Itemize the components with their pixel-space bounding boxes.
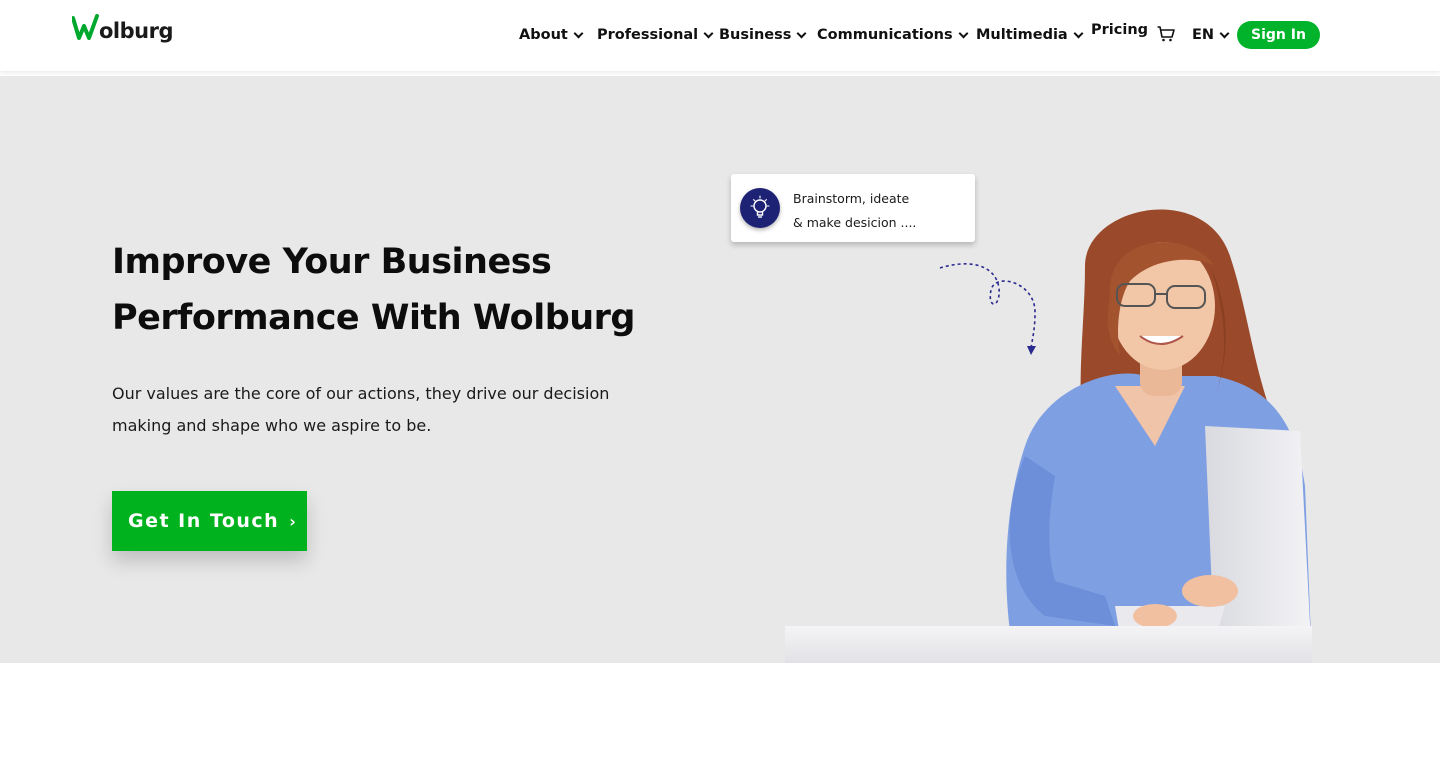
chevron-down-icon <box>1073 28 1084 38</box>
lightbulb-icon <box>740 188 780 228</box>
nav-item-pricing[interactable]: Pricing <box>1091 22 1148 38</box>
chevron-down-icon <box>1219 28 1230 38</box>
hero-description: Our values are the core of our actions, … <box>112 378 632 442</box>
woman-with-laptop-image <box>785 209 1312 663</box>
cart-icon[interactable] <box>1157 26 1175 42</box>
nav-item-about[interactable]: About <box>519 27 584 43</box>
hero-title-line: Improve Your Business <box>112 242 552 282</box>
language-label: EN <box>1192 27 1215 43</box>
hero-desc-line: Our values are the core of our actions, … <box>112 384 610 403</box>
nav-item-communications[interactable]: Communications <box>817 27 969 43</box>
language-selector[interactable]: EN <box>1192 27 1230 43</box>
chevron-right-icon: › <box>289 511 298 531</box>
nav-item-label: Business <box>719 27 792 43</box>
get-in-touch-button[interactable]: Get In Touch › <box>112 491 307 551</box>
nav-item-label: Pricing <box>1091 22 1149 38</box>
sign-in-button[interactable]: Sign In <box>1237 21 1320 49</box>
chevron-down-icon <box>958 28 969 38</box>
hero-section: Improve Your Business Performance With W… <box>0 76 1440 663</box>
hero-title-line: Performance With Wolburg <box>112 298 635 338</box>
main-nav: About Professional Business Communicatio… <box>0 22 1440 47</box>
nav-item-label: Professional <box>597 27 699 43</box>
hero-title: Improve Your Business Performance With W… <box>112 234 672 346</box>
nav-item-multimedia[interactable]: Multimedia <box>976 27 1084 43</box>
nav-item-label: Communications <box>817 27 953 43</box>
hero-desc-line: making and shape who we aspire to be. <box>112 416 432 435</box>
nav-item-business[interactable]: Business <box>719 27 807 43</box>
chevron-down-icon <box>703 28 714 38</box>
chevron-down-icon <box>796 28 807 38</box>
nav-item-label: Multimedia <box>976 27 1068 43</box>
cta-label: Get In Touch <box>128 510 280 532</box>
site-header: olburg About Professional Business Commu… <box>0 0 1440 71</box>
chevron-down-icon <box>573 28 584 38</box>
nav-item-label: About <box>519 27 568 43</box>
nav-item-professional[interactable]: Professional <box>597 27 714 43</box>
